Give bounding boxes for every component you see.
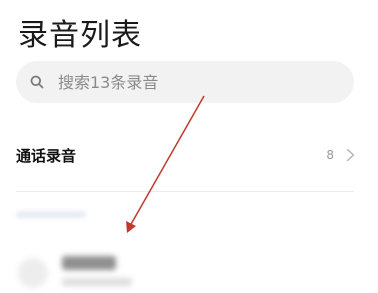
blurred-section-label bbox=[16, 211, 86, 218]
call-recordings-label: 通话录音 bbox=[16, 146, 77, 165]
call-recordings-count: 8 bbox=[326, 148, 334, 162]
divider bbox=[16, 191, 354, 192]
blurred-recording-subtitle bbox=[62, 278, 132, 286]
search-icon bbox=[30, 74, 46, 90]
page-title: 录音列表 bbox=[18, 18, 142, 53]
search-input[interactable] bbox=[56, 71, 340, 93]
search-bar[interactable] bbox=[16, 61, 354, 103]
blurred-recording-title[interactable] bbox=[62, 256, 116, 270]
call-recordings-meta: 8 bbox=[326, 148, 356, 162]
call-recordings-row[interactable]: 通话录音 8 bbox=[16, 138, 356, 172]
blurred-recording-avatar bbox=[18, 258, 48, 288]
chevron-right-icon bbox=[346, 148, 356, 162]
